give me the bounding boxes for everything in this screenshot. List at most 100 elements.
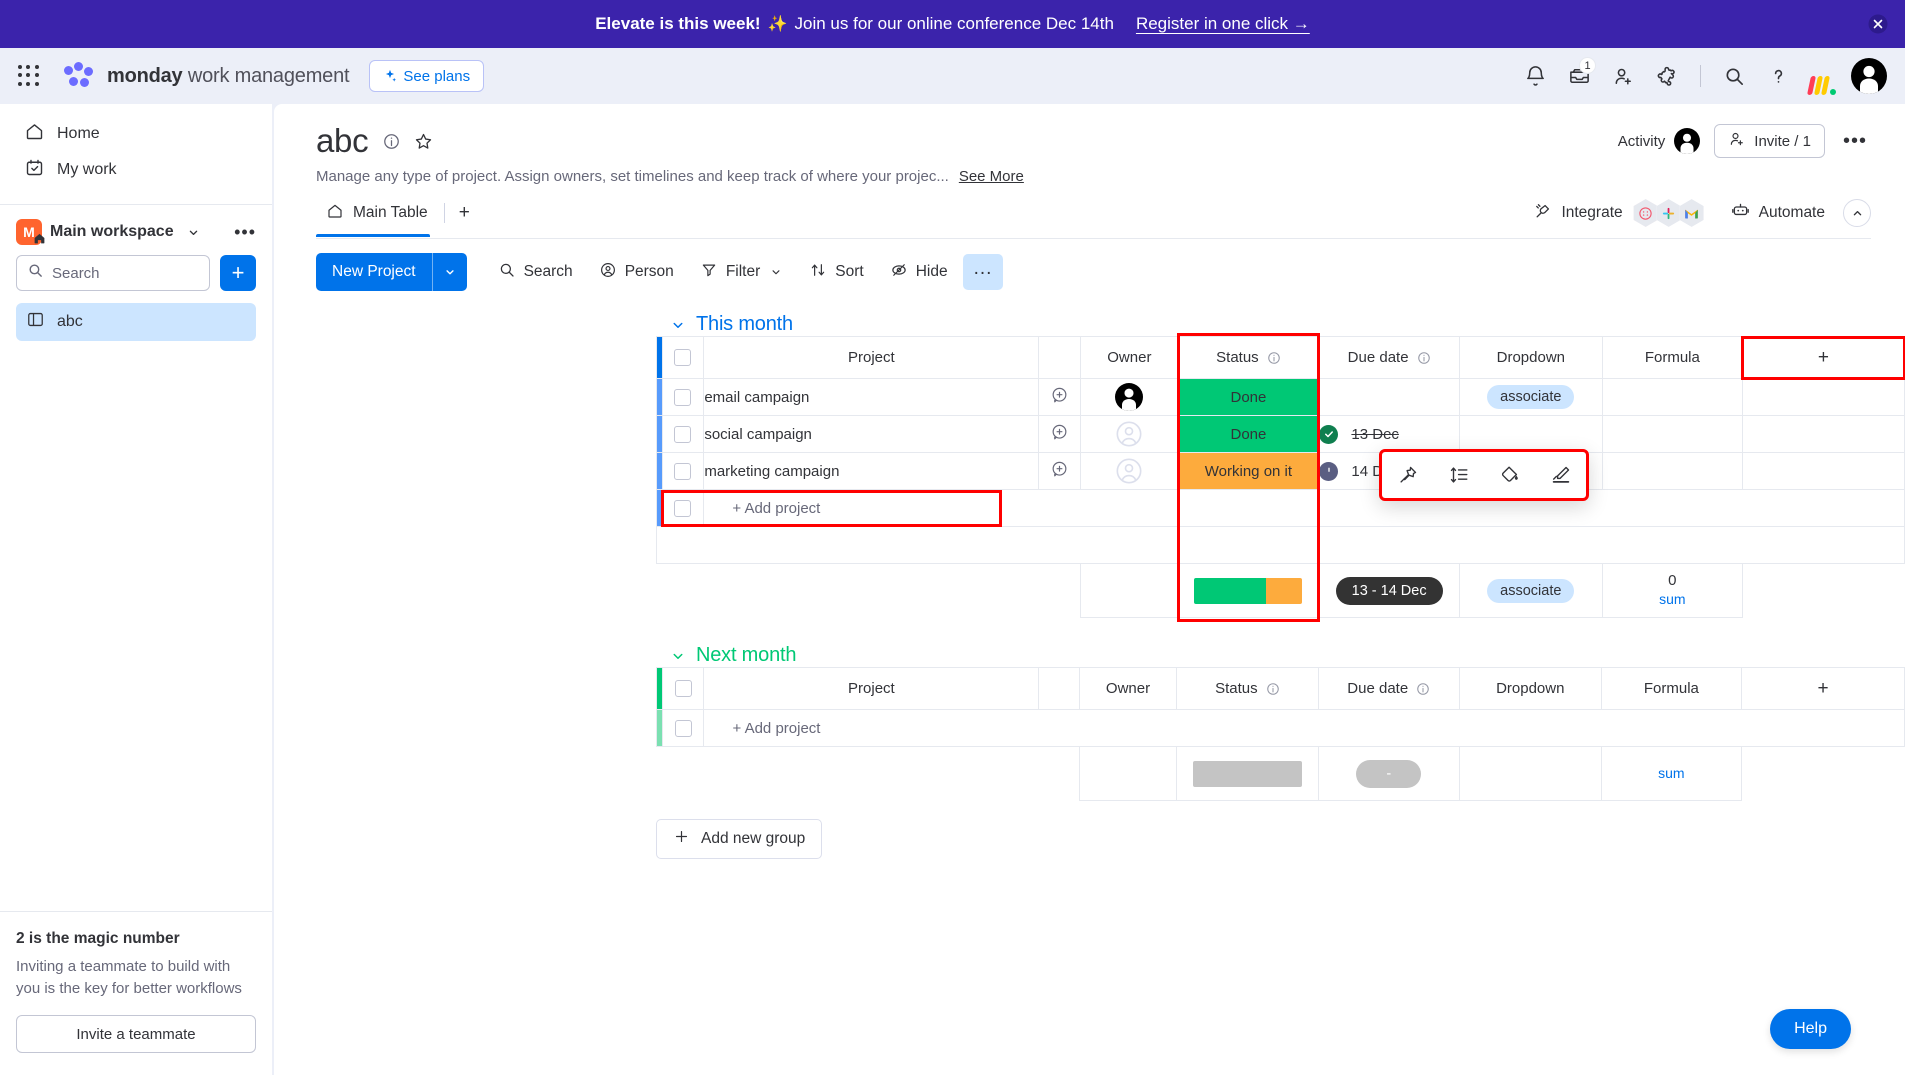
edit-pencil-icon[interactable] (1550, 464, 1572, 486)
row-checkbox[interactable] (674, 463, 691, 480)
row-height-icon[interactable] (1448, 464, 1470, 486)
cell-status[interactable]: Done (1178, 379, 1319, 416)
chevron-down-icon[interactable] (433, 253, 467, 291)
sidebar-search-box[interactable] (16, 255, 210, 291)
summary-dropdown[interactable] (1459, 747, 1601, 801)
help-question-icon[interactable] (1759, 57, 1797, 95)
cell-owner[interactable] (1081, 416, 1178, 453)
help-button[interactable]: Help (1770, 1009, 1851, 1049)
summary-date-range[interactable]: - (1318, 747, 1459, 801)
user-avatar[interactable] (1851, 58, 1887, 94)
sidebar-item-my-work[interactable]: My work (16, 152, 256, 188)
chevron-down-icon[interactable] (669, 316, 687, 334)
automate-button[interactable]: Automate (1730, 200, 1825, 226)
invite-button[interactable]: Invite / 1 (1714, 124, 1825, 158)
column-header-dropdown[interactable]: Dropdown (1459, 337, 1602, 379)
open-item-icon[interactable] (1039, 416, 1081, 453)
empty-avatar-icon[interactable] (1115, 457, 1143, 485)
apps-grid-icon[interactable] (14, 61, 44, 91)
select-all-checkbox-cell[interactable] (662, 337, 704, 379)
row-checkbox[interactable] (675, 720, 692, 737)
row-checkbox-cell[interactable] (662, 490, 704, 527)
search-input[interactable] (52, 265, 199, 282)
toolbar-search-button[interactable]: Search (487, 254, 584, 290)
summary-status-bar[interactable] (1178, 564, 1319, 618)
summary-date-range[interactable]: 13 - 14 Dec (1319, 564, 1459, 618)
row-checkbox-cell[interactable] (662, 710, 704, 747)
sidebar-item-home[interactable]: Home (16, 116, 256, 152)
group-title[interactable]: This month (696, 313, 793, 336)
open-item-icon[interactable] (1039, 453, 1081, 490)
status-badge[interactable]: associate (1487, 579, 1574, 603)
cell-due-date[interactable]: 13 Dec (1319, 416, 1459, 453)
summary-status-bar[interactable] (1177, 747, 1318, 801)
info-icon[interactable] (1417, 351, 1431, 365)
apps-marketplace-icon[interactable] (1648, 57, 1686, 95)
column-header-formula[interactable]: Formula (1601, 668, 1742, 710)
add-project-label[interactable]: + Add project (704, 490, 1905, 527)
select-all-checkbox[interactable] (675, 680, 692, 697)
monday-logo-icon[interactable] (1803, 57, 1841, 95)
summary-dropdown[interactable]: associate (1459, 564, 1602, 618)
avatar[interactable] (1115, 383, 1143, 411)
add-project-row[interactable]: + Add project (657, 710, 1905, 747)
column-header-project[interactable]: Project (704, 668, 1039, 710)
row-checkbox[interactable] (674, 500, 691, 517)
see-more-link[interactable]: See More (959, 168, 1024, 185)
brand-logo[interactable]: monday work management (64, 62, 349, 90)
star-icon[interactable] (413, 131, 434, 152)
status-badge[interactable]: associate (1487, 385, 1574, 409)
column-header-due-date[interactable]: Due date (1318, 668, 1459, 710)
empty-avatar-icon[interactable] (1115, 420, 1143, 448)
column-header-project[interactable]: Project (704, 337, 1039, 379)
dialpad-app-icon[interactable] (1632, 199, 1660, 227)
cell-due-date[interactable] (1319, 379, 1459, 416)
cell-owner[interactable] (1081, 379, 1178, 416)
promo-register-link[interactable]: Register in one click → (1136, 14, 1310, 34)
sidebar-item-abc[interactable]: abc (16, 303, 256, 341)
row-checkbox-cell[interactable] (662, 416, 704, 453)
cell-project[interactable]: social campaign (704, 416, 1039, 453)
toolbar-hide-button[interactable]: Hide (879, 254, 959, 290)
cell-formula[interactable] (1602, 453, 1742, 490)
info-icon[interactable] (1416, 682, 1430, 696)
see-plans-button[interactable]: See plans (369, 60, 484, 92)
invite-teammate-button[interactable]: Invite a teammate (16, 1015, 256, 1053)
add-view-button[interactable]: + (447, 202, 482, 235)
info-icon[interactable] (382, 132, 401, 151)
cell-dropdown[interactable]: associate (1459, 379, 1602, 416)
select-all-checkbox[interactable] (674, 349, 691, 366)
column-header-formula[interactable]: Formula (1602, 337, 1742, 379)
cell-project[interactable]: email campaign (704, 379, 1039, 416)
toolbar-filter-button[interactable]: Filter (689, 254, 794, 290)
close-icon[interactable] (1867, 13, 1889, 35)
add-board-button[interactable]: + (220, 255, 256, 291)
summary-formula[interactable]: 0 sum (1602, 564, 1742, 618)
board-more-options-icon[interactable]: ••• (1839, 130, 1871, 153)
search-icon[interactable] (1715, 57, 1753, 95)
toolbar-person-button[interactable]: Person (588, 254, 685, 290)
column-header-status[interactable]: Status (1177, 668, 1318, 710)
row-checkbox-cell[interactable] (662, 453, 704, 490)
column-header-due-date[interactable]: Due date (1319, 337, 1459, 379)
tab-main-table[interactable]: Main Table (316, 202, 440, 236)
cell-status[interactable]: Working on it (1178, 453, 1319, 490)
workspace-selector[interactable]: M Main workspace ••• (0, 205, 272, 255)
row-checkbox-cell[interactable] (662, 379, 704, 416)
gmail-app-icon[interactable] (1678, 199, 1706, 227)
group-title[interactable]: Next month (696, 644, 796, 667)
add-new-group-button[interactable]: Add new group (656, 819, 822, 859)
add-column-button[interactable]: + (1742, 337, 1904, 379)
row-checkbox[interactable] (674, 389, 691, 406)
color-bucket-icon[interactable] (1499, 464, 1521, 486)
cell-status[interactable]: Done (1178, 416, 1319, 453)
add-project-row[interactable]: + Add project (657, 490, 1905, 527)
slack-app-icon[interactable] (1655, 199, 1683, 227)
summary-formula[interactable]: sum (1601, 747, 1742, 801)
cell-formula[interactable] (1602, 416, 1742, 453)
chevron-up-icon[interactable] (1843, 199, 1871, 227)
info-icon[interactable] (1266, 682, 1280, 696)
open-item-icon[interactable] (1039, 379, 1081, 416)
chevron-down-icon[interactable] (669, 647, 687, 665)
integrate-button[interactable]: Integrate (1533, 201, 1622, 226)
